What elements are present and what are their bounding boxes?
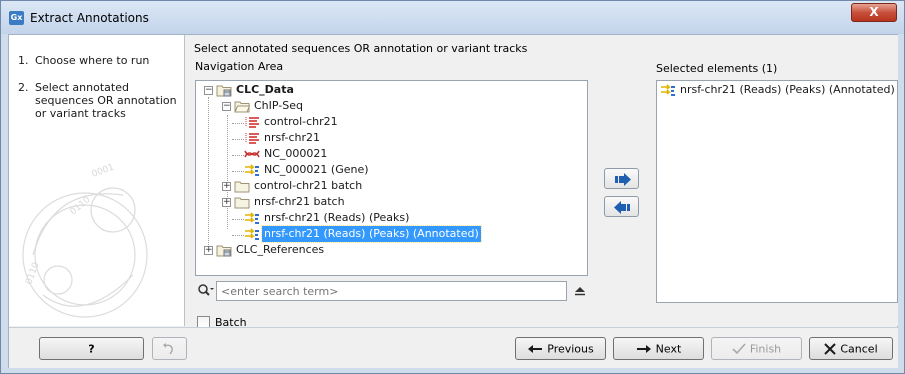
search-bar [195,281,588,301]
expand-toggle[interactable]: + [222,198,231,207]
tree-item-label: nrsf-chr21 [264,131,321,144]
arrow-right-icon [615,173,631,186]
next-button-label: Next [655,342,682,356]
app-icon: Gx [9,11,24,25]
tree-item-label: NC_000021 (Gene) [264,163,369,176]
expand-toggle[interactable]: + [222,182,231,191]
next-button[interactable]: Next [613,337,704,360]
svg-text:0001: 0001 [91,163,116,180]
annotation-track-icon [245,212,259,224]
selected-elements-list[interactable]: nrsf-chr21 (Reads) (Peaks) (Annotated) [656,80,898,303]
folder-icon [234,197,250,209]
search-icon[interactable] [197,283,215,299]
tree-item-label: control-chr21 [264,115,338,128]
checkmark-icon [732,343,746,355]
tree-item-label: nrsf-chr21 (Reads) (Peaks) (Annotated) [261,225,482,243]
folder-icon [234,181,250,193]
tree-item-label: CLC_Data [236,83,294,96]
expand-toggle[interactable]: + [204,246,213,255]
tree-item-label: nrsf-chr21 (Reads) (Peaks) [264,211,410,224]
navigation-tree[interactable]: − CLC_Data − ChIP-Seq control-chr21 nrsf… [195,80,588,276]
dialog-body: 1. Choose where to run 2. Select annotat… [8,34,898,368]
collapse-all-icon[interactable] [573,284,587,298]
database-folder-icon [216,85,232,97]
annotation-track-icon [245,164,259,176]
expand-toggle[interactable]: − [204,86,213,95]
step-2-label: Select annotated sequences OR annotation… [35,81,177,120]
selected-elements-label: Selected elements (1) [656,62,778,75]
dialog-window: Gx Extract Annotations X 1. Choose where… [0,0,905,374]
tree-connector [232,139,244,140]
tree-item-label: ChIP-Seq [254,99,303,112]
previous-button-label: Previous [547,342,594,356]
title-bar[interactable]: Gx Extract Annotations X [1,1,904,34]
selected-item-label: nrsf-chr21 (Reads) (Peaks) (Annotated) [680,83,895,96]
database-folder-icon [216,245,232,257]
step-2-number: 2. [18,81,29,94]
tree-connector [227,115,228,229]
tree-item-label: control-chr21 batch [254,179,363,192]
tree-item-label: NC_000021 [264,147,328,160]
arrow-left-icon [528,345,543,353]
reads-track-icon [245,133,259,144]
remove-from-selected-button[interactable] [604,196,639,217]
tree-connector [232,123,244,124]
tree-connector [232,219,244,220]
finish-button[interactable]: Finish [711,337,802,360]
button-bar: ? Previous Next Finish Cancel [9,327,898,368]
previous-button[interactable]: Previous [515,337,606,360]
close-button[interactable]: X [851,3,897,22]
tree-connector [232,155,244,156]
finish-button-label: Finish [749,342,782,356]
add-to-selected-button[interactable] [604,168,639,189]
tree-connector [208,97,209,255]
wizard-steps-panel: 1. Choose where to run 2. Select annotat… [9,35,185,326]
main-panel: Select annotated sequences OR annotation… [186,35,898,329]
step-1-label: Choose where to run [35,54,150,67]
navigation-area-label: Navigation Area [195,60,284,73]
expand-toggle[interactable]: − [222,102,231,111]
cancel-button[interactable]: Cancel [809,337,893,360]
help-button[interactable]: ? [39,337,144,360]
open-folder-icon [234,101,250,113]
help-button-label: ? [88,342,95,356]
undo-button[interactable] [152,337,187,360]
clc-watermark-logo: 0110 0110 0001 [22,163,148,318]
annotation-track-icon [245,228,259,240]
window-title: Extract Annotations [30,11,149,25]
step-1-number: 1. [18,54,29,67]
tree-connector [232,235,244,236]
tree-item-label: CLC_References [236,243,325,256]
arrow-left-icon [614,201,630,214]
cancel-button-label: Cancel [840,342,878,356]
close-icon [824,343,837,355]
sequence-track-icon [244,150,260,158]
annotation-track-icon [661,84,675,96]
search-input[interactable] [216,281,567,301]
arrow-right-icon [636,345,651,353]
undo-icon [162,343,173,355]
tree-connector [232,171,244,172]
tree-item-label: nrsf-chr21 batch [254,195,345,208]
instruction-heading: Select annotated sequences OR annotation… [194,42,528,55]
reads-track-icon [245,117,259,128]
